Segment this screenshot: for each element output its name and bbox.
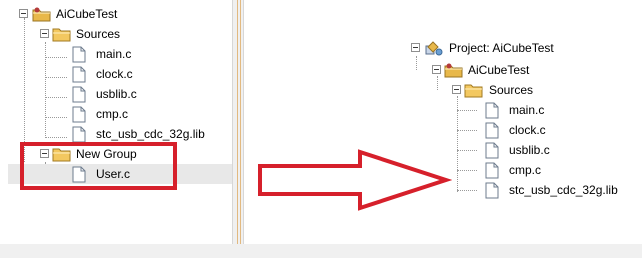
folder-icon (464, 84, 483, 98)
file-icon (485, 162, 499, 179)
tree-node-label: AiCubeTest (468, 63, 530, 77)
tree-node-file[interactable]: clock.c (0, 64, 232, 84)
file-icon (485, 122, 499, 139)
file-icon (72, 46, 86, 63)
folder-icon (52, 28, 71, 42)
left-project-pane: AiCubeTest Sources main.c clock.c usblib… (0, 0, 232, 258)
project-icon (425, 41, 443, 56)
tree-node-group-sources[interactable]: Sources (244, 80, 642, 100)
tree-node-label: clock.c (96, 67, 133, 81)
collapse-toggle[interactable] (432, 65, 441, 74)
file-icon (485, 182, 499, 199)
tree-node-file[interactable]: stc_usb_cdc_32g.lib (0, 124, 232, 144)
splitter-line (240, 0, 241, 244)
pane-splitter[interactable] (232, 0, 244, 244)
tree-node-target[interactable]: AiCubeTest (0, 4, 232, 24)
file-icon (72, 106, 86, 123)
arrow-right-icon (258, 149, 452, 211)
file-icon (72, 66, 86, 83)
tree-node-label: Sources (489, 83, 534, 97)
tree-node-label: main.c (509, 103, 545, 117)
file-icon (72, 126, 86, 143)
tree-node-label: cmp.c (509, 163, 542, 177)
bottom-strip (0, 244, 642, 258)
collapse-toggle[interactable] (40, 29, 49, 38)
right-project-pane: Project: AiCubeTest AiCubeTest Sources m… (244, 0, 642, 258)
tree-node-file[interactable]: clock.c (244, 120, 642, 140)
tree-node-label: usblib.c (96, 87, 137, 101)
tree-node-file[interactable]: main.c (0, 44, 232, 64)
tree-node-label: stc_usb_cdc_32g.lib (509, 183, 618, 197)
tree-node-label: stc_usb_cdc_32g.lib (96, 127, 205, 141)
tree-node-project[interactable]: Project: AiCubeTest (244, 38, 642, 58)
file-icon (485, 102, 499, 119)
tree-node-file[interactable]: cmp.c (0, 104, 232, 124)
file-icon (485, 142, 499, 159)
tree-node-label: Project: AiCubeTest (449, 41, 554, 55)
collapse-toggle[interactable] (452, 85, 461, 94)
tree-node-file[interactable]: usblib.c (0, 84, 232, 104)
tree-node-label: AiCubeTest (56, 7, 118, 21)
collapse-toggle[interactable] (411, 43, 420, 52)
splitter-line (237, 0, 238, 244)
highlight-box (20, 142, 177, 190)
tree-node-label: main.c (96, 47, 132, 61)
tree-node-label: usblib.c (509, 143, 550, 157)
file-icon (72, 86, 86, 103)
target-folder-icon (32, 7, 51, 22)
tree-node-label: Sources (76, 27, 121, 41)
tree-node-label: clock.c (509, 123, 546, 137)
tree-node-group-sources[interactable]: Sources (0, 24, 232, 44)
tree-node-file[interactable]: main.c (244, 100, 642, 120)
target-folder-icon (444, 63, 463, 78)
collapse-toggle[interactable] (19, 9, 28, 18)
tree-node-target[interactable]: AiCubeTest (244, 60, 642, 80)
tree-node-label: cmp.c (96, 107, 129, 121)
